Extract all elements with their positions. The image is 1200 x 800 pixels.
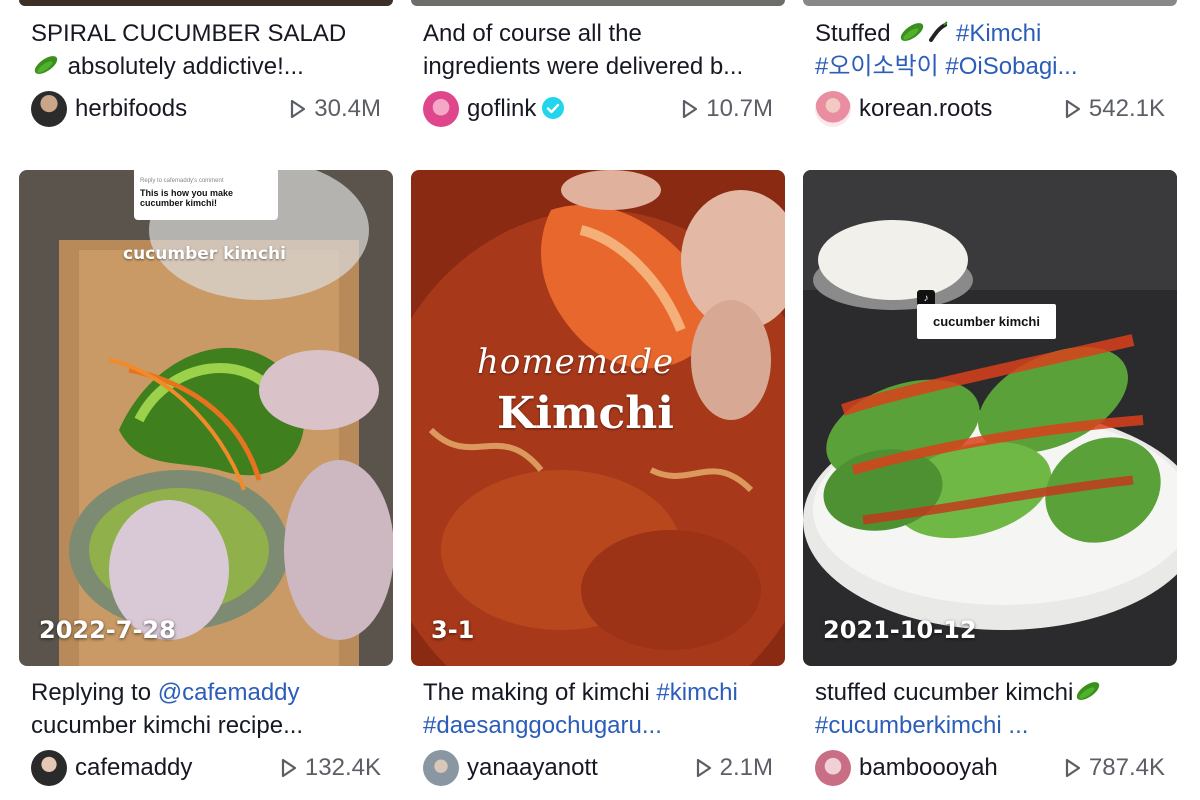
caption-text: The making of kimchi bbox=[423, 679, 650, 706]
video-meta: goflink 10.7M bbox=[423, 91, 773, 127]
view-count: 542.1K bbox=[1065, 95, 1165, 123]
hashtag-link[interactable]: #오이소박이 #OiSobagi... bbox=[815, 50, 1165, 83]
play-icon bbox=[281, 758, 297, 778]
author-name[interactable]: yanaayanott bbox=[467, 754, 598, 782]
video-caption[interactable]: The making of kimchi #kimchi #daesanggoc… bbox=[423, 676, 773, 742]
video-overlay-tag: cucumber kimchi bbox=[917, 304, 1056, 339]
video-caption[interactable]: Stuffed #Kimchi #오이소박이 #OiSobagi... bbox=[815, 17, 1165, 83]
video-meta: bamboooyah 787.4K bbox=[815, 750, 1165, 786]
view-count: 787.4K bbox=[1065, 754, 1165, 782]
caption-line: And of course all the bbox=[423, 20, 642, 47]
avatar[interactable] bbox=[423, 91, 459, 127]
caption-text: Stuffed bbox=[815, 20, 891, 47]
play-icon bbox=[1065, 99, 1081, 119]
video-meta: herbifoods 30.4M bbox=[31, 91, 381, 127]
author-name[interactable]: cafemaddy bbox=[75, 754, 192, 782]
play-icon bbox=[696, 758, 711, 778]
video-caption[interactable]: And of course all the ingredients were d… bbox=[423, 17, 773, 83]
author-name[interactable]: korean.roots bbox=[859, 95, 992, 123]
video-caption[interactable]: stuffed cucumber kimchi #cucumberkimchi … bbox=[815, 676, 1165, 742]
view-count: 132.4K bbox=[281, 754, 381, 782]
thumbnail-image bbox=[803, 170, 1177, 666]
play-icon bbox=[683, 99, 698, 119]
cucumber-emoji-icon bbox=[1077, 682, 1100, 700]
view-count: 10.7M bbox=[682, 95, 773, 123]
video-date: 2022-7-28 bbox=[39, 616, 176, 644]
play-icon bbox=[291, 99, 306, 119]
video-overlay-title: Kimchi bbox=[497, 388, 675, 439]
video-thumbnail[interactable] bbox=[19, 0, 393, 6]
cucumber-emoji-icon bbox=[901, 23, 924, 41]
avatar[interactable] bbox=[31, 91, 67, 127]
reply-comment-bubble: Reply to cafemaddy's comment This is how… bbox=[134, 170, 278, 220]
video-caption[interactable]: Replying to @cafemaddy cucumber kimchi r… bbox=[31, 676, 381, 742]
caption-line: cucumber kimchi recipe... bbox=[31, 712, 304, 739]
view-count: 30.4M bbox=[290, 95, 381, 123]
caption-text: Replying to bbox=[31, 679, 152, 706]
view-count: 2.1M bbox=[696, 754, 773, 782]
caption-line: SPIRAL CUCUMBER SALAD bbox=[31, 20, 347, 47]
caption-text: stuffed cucumber kimchi bbox=[815, 679, 1074, 706]
author-name[interactable]: bamboooyah bbox=[859, 754, 998, 782]
hashtag-link[interactable]: #daesanggochugaru... bbox=[423, 709, 773, 742]
video-meta: korean.roots 542.1K bbox=[815, 91, 1165, 127]
video-overlay-title: cucumber kimchi bbox=[123, 244, 286, 264]
video-meta: yanaayanott 2.1M bbox=[423, 750, 773, 786]
avatar[interactable] bbox=[423, 750, 459, 786]
cucumber-emoji-icon bbox=[34, 56, 58, 74]
caption-line: ingredients were delivered b... bbox=[423, 53, 744, 80]
video-thumbnail[interactable]: Reply to cafemaddy's comment This is how… bbox=[19, 170, 393, 666]
avatar[interactable] bbox=[815, 91, 851, 127]
verified-badge-icon bbox=[542, 97, 565, 119]
hashtag-link[interactable]: #cucumberkimchi ... bbox=[815, 709, 1165, 742]
video-thumbnail[interactable] bbox=[803, 0, 1177, 6]
author-name[interactable]: herbifoods bbox=[75, 95, 187, 123]
avatar[interactable] bbox=[815, 750, 851, 786]
video-meta: cafemaddy 132.4K bbox=[31, 750, 381, 786]
video-thumbnail[interactable] bbox=[411, 0, 785, 6]
hashtag-link[interactable]: #kimchi bbox=[656, 679, 737, 706]
play-icon bbox=[1065, 758, 1081, 778]
mention-link[interactable]: @cafemaddy bbox=[158, 679, 300, 706]
avatar[interactable] bbox=[31, 750, 67, 786]
video-caption[interactable]: SPIRAL CUCUMBER SALAD absolutely addicti… bbox=[31, 17, 381, 83]
caption-line: absolutely addictive!... bbox=[67, 53, 304, 80]
hashtag-link[interactable]: #Kimchi bbox=[956, 20, 1041, 47]
video-overlay-script: homemade bbox=[477, 342, 675, 382]
video-date: 3-1 bbox=[431, 616, 475, 644]
video-thumbnail[interactable]: homemade Kimchi 3-1 bbox=[411, 170, 785, 666]
author-name[interactable]: goflink bbox=[467, 95, 565, 123]
video-date: 2021-10-12 bbox=[823, 616, 977, 644]
pepper-emoji-icon bbox=[929, 21, 949, 42]
video-thumbnail[interactable]: ♪ cucumber kimchi 2021-10-12 bbox=[803, 170, 1177, 666]
